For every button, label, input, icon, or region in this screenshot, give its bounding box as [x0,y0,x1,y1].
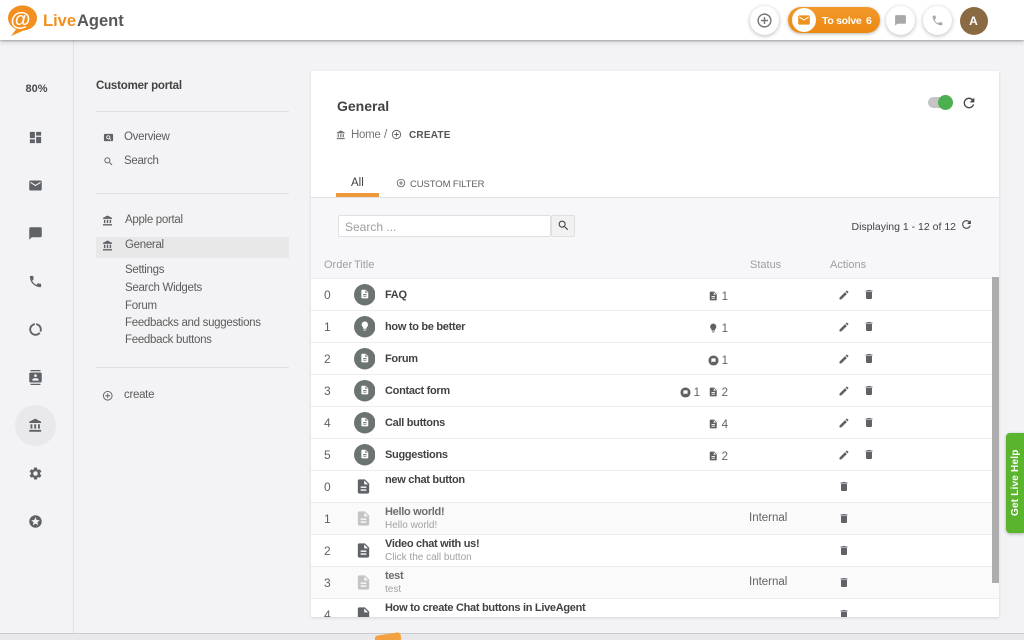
svg-text:Live: Live [43,12,76,30]
svg-text:Agent: Agent [77,12,124,30]
svg-text:@: @ [11,8,31,31]
